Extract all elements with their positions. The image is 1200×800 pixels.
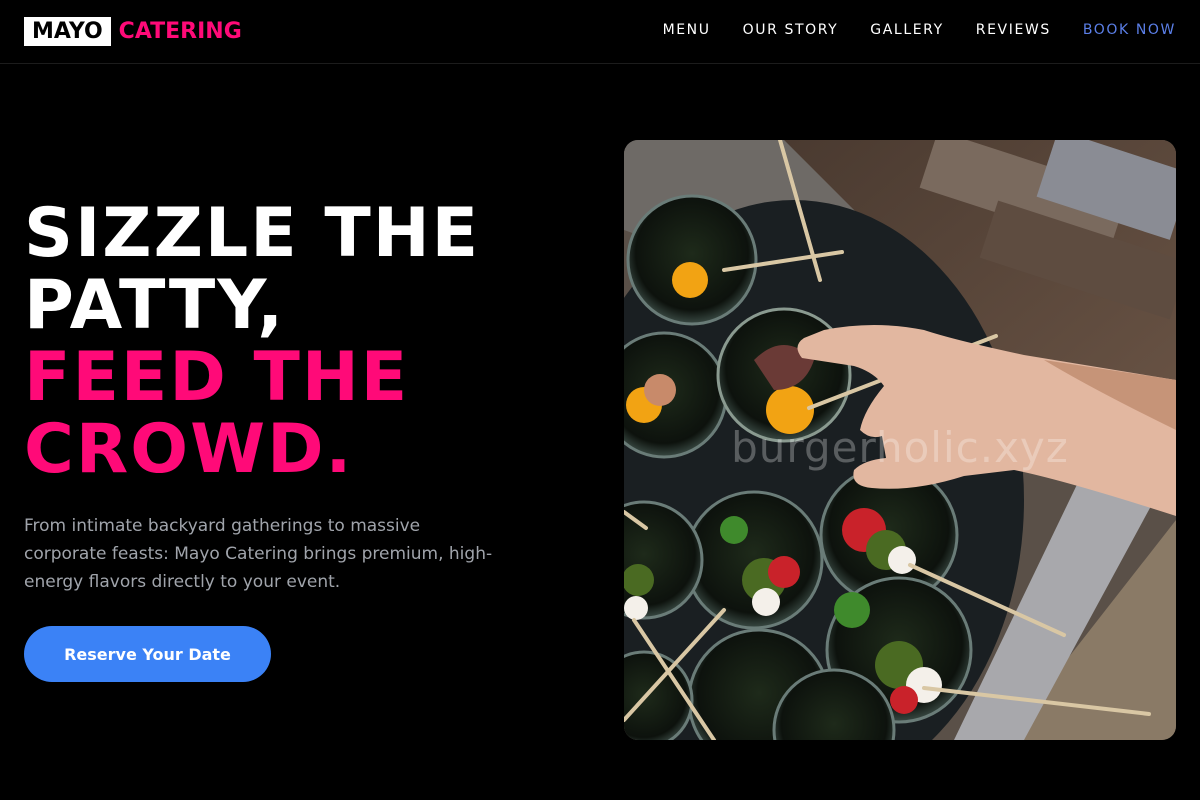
hero-subtitle: From intimate backyard gatherings to mas… [24, 516, 493, 592]
nav-link-reviews[interactable]: REVIEWS [976, 22, 1051, 38]
nav-links: MENU OUR STORY GALLERY REVIEWS BOOK NOW [663, 22, 1176, 38]
headline-line-3: FEED THE [24, 338, 410, 417]
reserve-date-button[interactable]: Reserve Your Date [24, 626, 271, 682]
nav-link-our-story[interactable]: OUR STORY [743, 22, 839, 38]
top-nav: MAYO CATERING MENU OUR STORY GALLERY REV… [0, 0, 1200, 64]
nav-link-gallery[interactable]: GALLERY [870, 22, 943, 38]
nav-link-book-now[interactable]: BOOK NOW [1083, 22, 1176, 38]
headline-line-2: PATTY, [24, 266, 286, 345]
hero-photo: burgerholic.xyz [624, 140, 1176, 740]
hero-headline: SIZZLE THE PATTY, FEED THE CROWD. [24, 198, 584, 486]
brand-logo[interactable]: MAYO CATERING [24, 17, 242, 46]
nav-link-menu[interactable]: MENU [663, 22, 711, 38]
headline-line-1: SIZZLE THE [24, 194, 481, 273]
headline-line-4: CROWD. [24, 410, 354, 489]
logo-text: CATERING [118, 19, 242, 44]
logo-mark: MAYO [24, 17, 111, 46]
catering-appetizers-image [624, 140, 1176, 740]
